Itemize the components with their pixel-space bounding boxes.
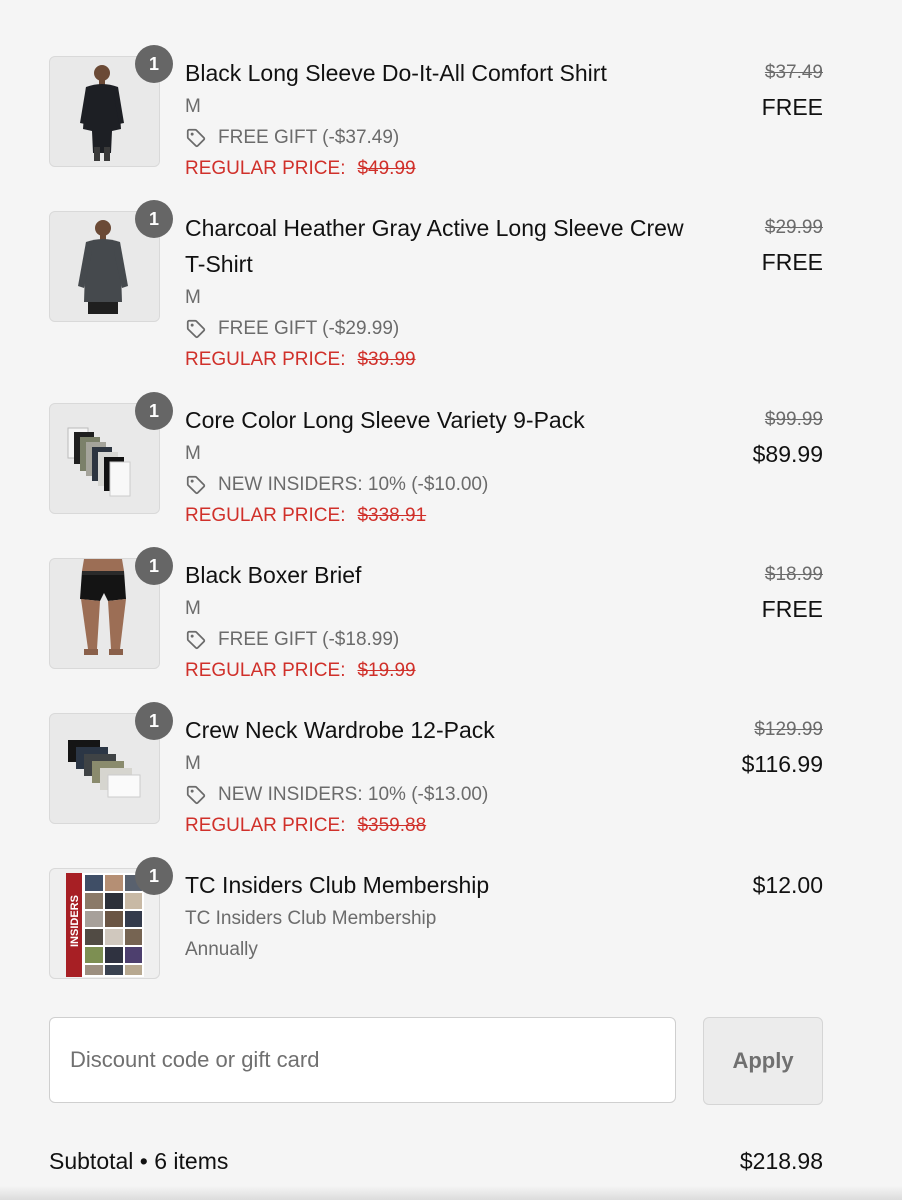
final-price: $12.00 — [752, 872, 823, 898]
discount-code-input[interactable] — [49, 1017, 676, 1103]
price-tag-icon — [185, 318, 207, 340]
original-price: $99.99 — [764, 409, 823, 430]
item-discount: NEW INSIDERS: 10% (-$13.00) — [185, 779, 735, 810]
item-discount: FREE GIFT (-$29.99) — [185, 313, 735, 344]
original-price: $37.49 — [764, 62, 823, 83]
item-variant: M — [185, 753, 201, 774]
item-prices: $12.00 — [753, 868, 823, 903]
item-discount: NEW INSIDERS: 10% (-$10.00) — [185, 469, 735, 500]
membership-frequency: Annually — [185, 939, 258, 960]
membership-subtitle: TC Insiders Club Membership — [185, 908, 437, 929]
item-details: TC Insiders Club Membership TC Insiders … — [185, 868, 735, 965]
product-thumbnail: 1 — [49, 200, 173, 322]
item-title: TC Insiders Club Membership — [185, 872, 490, 898]
final-price: FREE — [761, 596, 823, 622]
regular-price-value: $49.99 — [357, 158, 416, 179]
product-thumbnail: 1 — [49, 392, 173, 514]
price-tag-icon — [185, 784, 207, 806]
final-price: $116.99 — [741, 751, 823, 777]
item-title: Charcoal Heather Gray Active Long Sleeve… — [185, 210, 735, 282]
insiders-image-text: INSIDERS — [69, 895, 81, 947]
subtotal-row: Subtotal • 6 items $218.98 — [49, 1144, 823, 1178]
regular-price-value: $338.91 — [357, 505, 427, 526]
item-prices: $37.49 FREE — [762, 56, 823, 125]
original-price: $18.99 — [764, 564, 823, 585]
quantity-badge: 1 — [135, 45, 173, 83]
item-title: Core Color Long Sleeve Variety 9-Pack — [185, 407, 585, 433]
regular-price: REGULAR PRICE: $49.99 — [185, 153, 735, 184]
regular-price-label: REGULAR PRICE: — [185, 660, 346, 681]
item-discount: FREE GIFT (-$37.49) — [185, 122, 735, 153]
quantity-badge: 1 — [135, 702, 173, 740]
regular-price-label: REGULAR PRICE: — [185, 349, 346, 370]
item-title: Crew Neck Wardrobe 12-Pack — [185, 717, 495, 743]
regular-price-label: REGULAR PRICE: — [185, 505, 346, 526]
final-price: FREE — [761, 94, 823, 120]
final-price: FREE — [761, 249, 823, 275]
item-title: Black Long Sleeve Do-It-All Comfort Shir… — [185, 60, 607, 86]
subtotal-value: $218.98 — [739, 1148, 823, 1174]
price-tag-icon — [185, 629, 207, 651]
discount-text: FREE GIFT (-$18.99) — [218, 629, 400, 650]
quantity-badge: 1 — [135, 547, 173, 585]
regular-price-value: $39.99 — [357, 349, 416, 370]
original-price: $29.99 — [764, 217, 823, 238]
item-variant: M — [185, 598, 201, 619]
apply-button[interactable]: Apply — [703, 1017, 823, 1105]
product-thumbnail: INSIDERS 1 — [49, 857, 173, 979]
product-thumbnail: 1 — [49, 45, 173, 167]
product-thumbnail: 1 — [49, 702, 173, 824]
item-variant: M — [185, 96, 201, 117]
item-prices: $129.99 $116.99 — [742, 713, 823, 782]
discount-text: FREE GIFT (-$29.99) — [218, 318, 400, 339]
original-price: $129.99 — [754, 719, 823, 740]
regular-price-value: $19.99 — [357, 660, 416, 681]
price-tag-icon — [185, 474, 207, 496]
regular-price-label: REGULAR PRICE: — [185, 815, 346, 836]
quantity-badge: 1 — [135, 857, 173, 895]
item-title-line: T-Shirt — [185, 251, 253, 277]
item-prices: $29.99 FREE — [762, 211, 823, 280]
item-details: Black Long Sleeve Do-It-All Comfort Shir… — [185, 56, 735, 184]
regular-price: REGULAR PRICE: $39.99 — [185, 344, 735, 375]
item-variant: M — [185, 443, 201, 464]
price-tag-icon — [185, 127, 207, 149]
subtotal-label: Subtotal • 6 items — [49, 1148, 229, 1174]
quantity-badge: 1 — [135, 200, 173, 238]
item-prices: $99.99 $89.99 — [753, 403, 823, 472]
discount-text: FREE GIFT (-$37.49) — [218, 127, 400, 148]
item-title: Black Boxer Brief — [185, 562, 362, 588]
quantity-badge: 1 — [135, 392, 173, 430]
item-details: Black Boxer Brief M FREE GIFT (-$18.99) … — [185, 558, 735, 686]
item-prices: $18.99 FREE — [762, 558, 823, 627]
regular-price-value: $359.88 — [357, 815, 427, 836]
regular-price: REGULAR PRICE: $359.88 — [185, 810, 735, 841]
item-discount: FREE GIFT (-$18.99) — [185, 624, 735, 655]
regular-price: REGULAR PRICE: $338.91 — [185, 500, 735, 531]
item-variant: M — [185, 287, 201, 308]
regular-price: REGULAR PRICE: $19.99 — [185, 655, 735, 686]
final-price: $89.99 — [752, 441, 823, 467]
product-thumbnail: 1 — [49, 547, 173, 669]
bottom-fade — [0, 1186, 902, 1200]
discount-text: NEW INSIDERS: 10% (-$10.00) — [218, 474, 489, 495]
discount-text: NEW INSIDERS: 10% (-$13.00) — [218, 784, 489, 805]
item-details: Crew Neck Wardrobe 12-Pack M NEW INSIDER… — [185, 713, 735, 841]
regular-price-label: REGULAR PRICE: — [185, 158, 346, 179]
item-details: Charcoal Heather Gray Active Long Sleeve… — [185, 211, 735, 375]
item-details: Core Color Long Sleeve Variety 9-Pack M … — [185, 403, 735, 531]
item-title-line: Charcoal Heather Gray Active Long Sleeve… — [185, 215, 684, 241]
